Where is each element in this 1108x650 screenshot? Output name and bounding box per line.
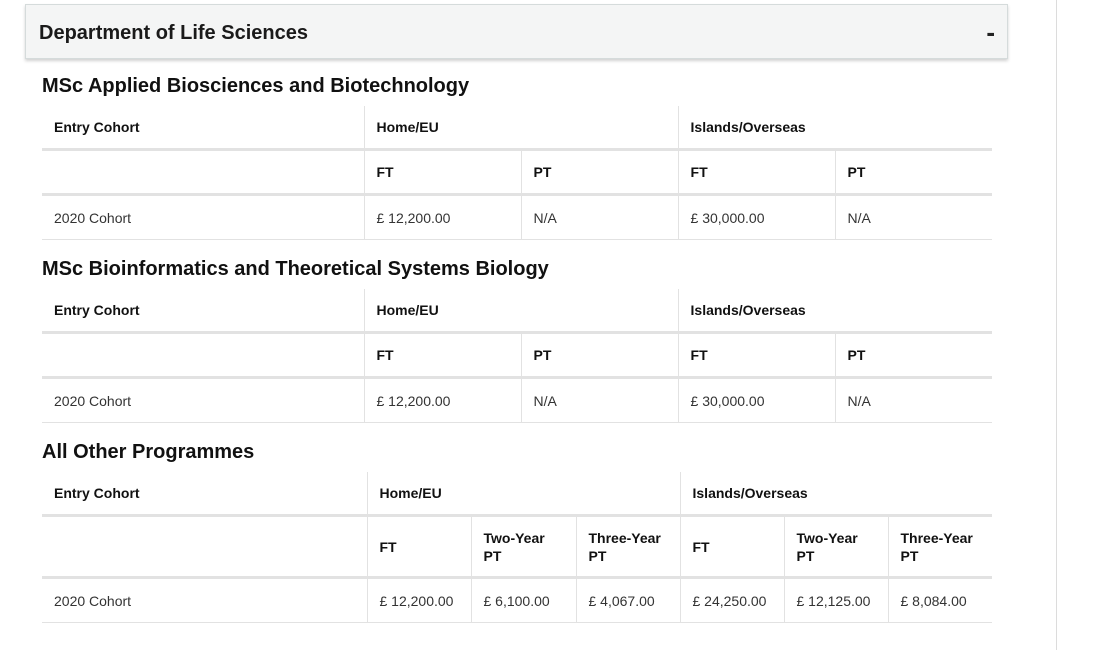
- cohort-cell: 2020 Cohort: [42, 377, 364, 423]
- subheader-cell: PT: [520, 332, 679, 379]
- fee-cell: £ 12,200.00: [366, 577, 471, 623]
- subheader-cell: FT: [679, 515, 784, 579]
- fee-cell: N/A: [520, 194, 679, 240]
- home-eu-header: Home/EU: [366, 472, 680, 517]
- empty-header-cell: [42, 515, 367, 579]
- entry-cohort-header: Entry Cohort: [42, 472, 367, 517]
- collapse-toggle-icon[interactable]: -: [986, 17, 995, 47]
- subheader-cell: FT: [363, 149, 521, 196]
- subheader-cell: Three-Year PT: [887, 515, 992, 579]
- subheader-cell: FT: [677, 149, 836, 196]
- subheader-cell: FT: [677, 332, 836, 379]
- fee-cell: £ 30,000.00: [677, 377, 836, 423]
- fee-cell: £ 6,100.00: [470, 577, 576, 623]
- fee-cell: £ 12,125.00: [783, 577, 888, 623]
- programme-title: MSc Applied Biosciences and Biotechnolog…: [42, 75, 470, 97]
- subheader-row: FT PT FT PT: [42, 149, 993, 196]
- fee-cell: N/A: [834, 377, 993, 423]
- home-eu-header: Home/EU: [363, 106, 679, 151]
- fee-cell: £ 12,200.00: [363, 194, 521, 240]
- subheader-row: FT PT FT PT: [42, 332, 993, 379]
- header-row: Entry Cohort Home/EU Islands/Overseas: [42, 106, 993, 151]
- programme-title: All Other Programmes: [42, 441, 255, 463]
- home-eu-header: Home/EU: [363, 289, 679, 334]
- table-row: 2020 Cohort £ 12,200.00 N/A £ 30,000.00 …: [42, 377, 993, 423]
- fee-cell: N/A: [834, 194, 993, 240]
- header-row: Entry Cohort Home/EU Islands/Overseas: [42, 472, 992, 517]
- entry-cohort-header: Entry Cohort: [42, 289, 364, 334]
- empty-header-cell: [42, 149, 364, 196]
- islands-overseas-header: Islands/Overseas: [677, 106, 993, 151]
- empty-header-cell: [42, 332, 364, 379]
- fee-cell: £ 30,000.00: [677, 194, 836, 240]
- table-row: 2020 Cohort £ 12,200.00 £ 6,100.00 £ 4,0…: [42, 577, 992, 623]
- fee-cell: N/A: [520, 377, 679, 423]
- fee-cell: £ 12,200.00: [363, 377, 521, 423]
- fees-table: Entry Cohort Home/EU Islands/Overseas FT…: [42, 472, 992, 623]
- entry-cohort-header: Entry Cohort: [42, 106, 364, 151]
- department-accordion-header[interactable]: Department of Life Sciences -: [25, 4, 1008, 59]
- right-divider: [1056, 0, 1057, 650]
- cohort-cell: 2020 Cohort: [42, 194, 364, 240]
- subheader-cell: FT: [363, 332, 521, 379]
- subheader-cell: Two-Year PT: [783, 515, 888, 579]
- programme-title: MSc Bioinformatics and Theoretical Syste…: [42, 258, 549, 280]
- fees-table: Entry Cohort Home/EU Islands/Overseas FT…: [42, 106, 993, 240]
- subheader-cell: PT: [834, 149, 993, 196]
- cohort-cell: 2020 Cohort: [42, 577, 367, 623]
- table-row: 2020 Cohort £ 12,200.00 N/A £ 30,000.00 …: [42, 194, 993, 240]
- fee-cell: £ 4,067.00: [575, 577, 680, 623]
- fees-table: Entry Cohort Home/EU Islands/Overseas FT…: [42, 289, 993, 423]
- islands-overseas-header: Islands/Overseas: [679, 472, 992, 517]
- islands-overseas-header: Islands/Overseas: [677, 289, 993, 334]
- fee-cell: £ 8,084.00: [887, 577, 992, 623]
- subheader-cell: FT: [366, 515, 471, 579]
- subheader-cell: Three-Year PT: [575, 515, 680, 579]
- subheader-row: FT Two-Year PT Three-Year PT FT Two-Year…: [42, 515, 992, 579]
- subheader-cell: PT: [834, 332, 993, 379]
- subheader-cell: PT: [520, 149, 679, 196]
- department-title: Department of Life Sciences: [39, 22, 308, 44]
- subheader-cell: Two-Year PT: [470, 515, 576, 579]
- header-row: Entry Cohort Home/EU Islands/Overseas: [42, 289, 993, 334]
- fee-cell: £ 24,250.00: [679, 577, 784, 623]
